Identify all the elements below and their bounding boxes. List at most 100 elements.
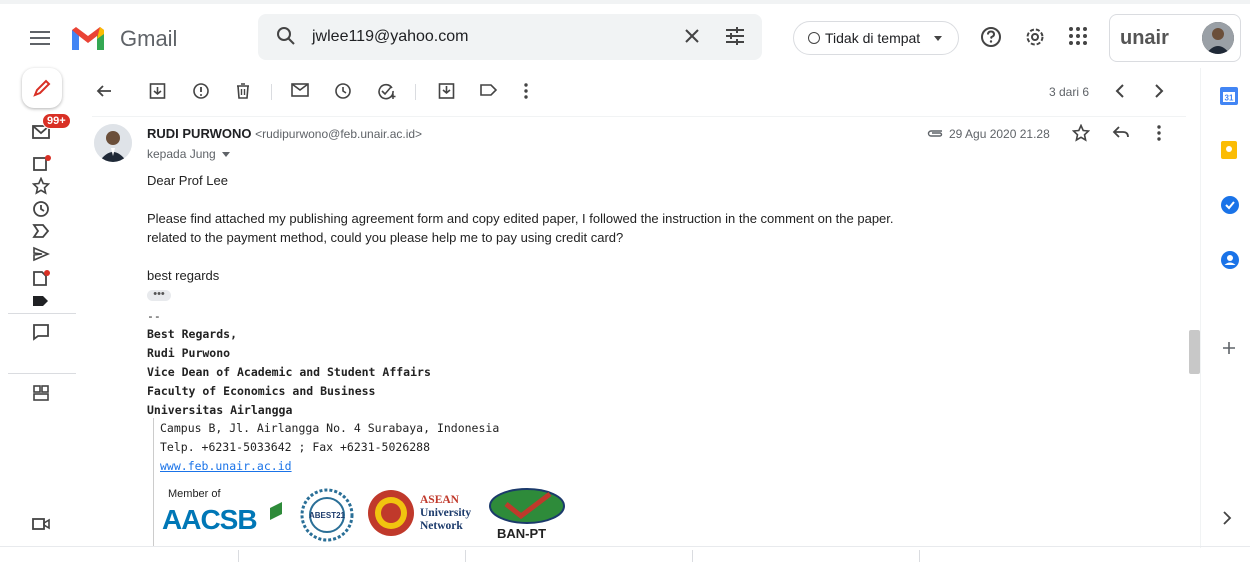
sender-email: <rudipurwono@feb.unair.ac.id> [255, 127, 423, 141]
label-outline-icon[interactable] [480, 82, 498, 98]
add-addon-icon[interactable] [1221, 340, 1237, 356]
bottom-separator [0, 546, 1250, 547]
star-icon[interactable] [32, 177, 50, 195]
gear-icon[interactable] [1024, 26, 1046, 48]
asean-logo-icon [368, 490, 414, 536]
calendar-icon[interactable]: 31 [1219, 86, 1239, 106]
message-date: 29 Agu 2020 21.28 [949, 127, 1050, 141]
clear-search-icon[interactable] [682, 26, 702, 46]
signature-phone: Telp. +6231-5033642 ; Fax +6231-5026288 [160, 440, 431, 454]
help-icon[interactable] [980, 26, 1002, 48]
abest21-logo-icon: ABEST21 [300, 488, 354, 542]
report-spam-icon[interactable] [192, 82, 210, 100]
member-of-label: Member of [168, 488, 221, 500]
body-line: Please find attached my publishing agree… [147, 211, 894, 226]
asean-line-2: University [420, 507, 472, 519]
org-logo: unair [1120, 27, 1169, 49]
aacsb-mark-icon [270, 502, 282, 520]
search-bar[interactable]: jwlee119@yahoo.com [258, 14, 762, 60]
signature-address: Campus B, Jl. Airlangga No. 4 Surabaya, … [160, 421, 500, 435]
spaces-icon[interactable] [32, 384, 50, 402]
show-trimmed-button[interactable]: ••• [147, 289, 171, 301]
chevron-left-icon[interactable] [1114, 82, 1126, 100]
signature-separator: -- [147, 309, 161, 323]
mark-unread-icon[interactable] [291, 82, 309, 98]
bottom-divider [238, 550, 239, 562]
tasks-icon[interactable] [1220, 195, 1240, 215]
banpt-label: BAN-PT [497, 526, 547, 541]
pencil-icon [33, 79, 51, 97]
bottom-divider [692, 550, 693, 562]
abest21-text: ABEST21 [309, 511, 346, 520]
recipient-details[interactable]: kepada Jung [147, 147, 230, 161]
scrollbar-thumb[interactable] [1189, 330, 1200, 374]
chat-icon[interactable] [32, 323, 50, 341]
contacts-icon[interactable] [1220, 250, 1240, 270]
status-ring-icon [808, 32, 820, 44]
search-icon[interactable] [276, 26, 296, 46]
star-icon[interactable] [1072, 124, 1090, 142]
signature-website-link[interactable]: www.feb.unair.ac.id [160, 459, 292, 473]
bottom-divider [919, 550, 920, 562]
more-vert-icon[interactable] [523, 82, 529, 100]
rail-divider [8, 373, 76, 374]
status-label: Tidak di tempat [825, 30, 921, 46]
asean-line-1: ASEAN [420, 494, 459, 506]
sender-name[interactable]: RUDI PURWONO [147, 126, 251, 141]
back-arrow-icon[interactable] [95, 82, 113, 100]
sender-avatar[interactable] [94, 124, 132, 162]
svg-text:31: 31 [1225, 94, 1234, 103]
asean-network-logo: ASEAN University Network [420, 494, 471, 533]
gmail-logo-icon[interactable] [70, 24, 106, 52]
toolbar-separator [92, 116, 1186, 117]
move-to-icon[interactable] [438, 82, 455, 100]
attachment-icon [927, 130, 943, 137]
label-icon[interactable] [32, 294, 50, 308]
unread-count-badge: 99+ [42, 113, 71, 129]
send-icon[interactable] [32, 246, 50, 262]
asean-line-3: Network [420, 520, 463, 532]
more-vert-icon[interactable] [1156, 124, 1162, 142]
main-menu-icon[interactable] [30, 28, 52, 48]
reply-icon[interactable] [1112, 124, 1130, 140]
compose-button[interactable] [22, 68, 62, 108]
account-switcher[interactable]: unair [1109, 14, 1241, 62]
add-task-icon[interactable] [377, 82, 397, 100]
meet-video-icon[interactable] [32, 516, 50, 532]
toolbar-divider [271, 84, 272, 100]
app-name: Gmail [120, 26, 178, 51]
signature-title: Vice Dean of Academic and Student Affair… [147, 365, 431, 379]
closing: best regards [147, 268, 220, 283]
status-dropdown[interactable]: Tidak di tempat [793, 21, 959, 55]
chevron-down-icon [934, 36, 942, 41]
chevron-down-icon [221, 152, 230, 158]
keep-icon[interactable] [1220, 140, 1238, 160]
greeting: Dear Prof Lee [147, 173, 228, 188]
signature-quote-bar [153, 418, 154, 546]
rail-divider [8, 313, 76, 314]
snoozed-label-icon[interactable] [32, 154, 52, 172]
signature-name: Rudi Purwono [147, 346, 231, 360]
bottom-divider [465, 550, 466, 562]
apps-grid-icon[interactable] [1068, 26, 1088, 46]
signature-university: Universitas Airlangga [147, 403, 293, 417]
clock-icon[interactable] [32, 200, 50, 218]
top-border [0, 0, 1250, 4]
trash-icon[interactable] [235, 82, 251, 100]
body-line: related to the payment method, could you… [147, 230, 624, 245]
search-input[interactable]: jwlee119@yahoo.com [312, 28, 468, 46]
snooze-clock-icon[interactable] [334, 82, 352, 100]
signature-faculty: Faculty of Economics and Business [147, 384, 376, 398]
search-options-icon[interactable] [724, 26, 746, 46]
important-icon[interactable] [32, 223, 50, 239]
banpt-logo-icon [489, 488, 565, 524]
drafts-icon[interactable] [32, 269, 52, 287]
archive-icon[interactable] [149, 82, 166, 100]
avatar[interactable] [1202, 22, 1234, 54]
recipient-label: kepada Jung [147, 147, 216, 161]
aacsb-logo: AACSB [162, 504, 258, 535]
pagination-count: 3 dari 6 [1049, 85, 1090, 99]
chevron-right-icon[interactable] [1222, 510, 1232, 526]
toolbar-divider [415, 84, 416, 100]
chevron-right-icon[interactable] [1153, 82, 1165, 100]
